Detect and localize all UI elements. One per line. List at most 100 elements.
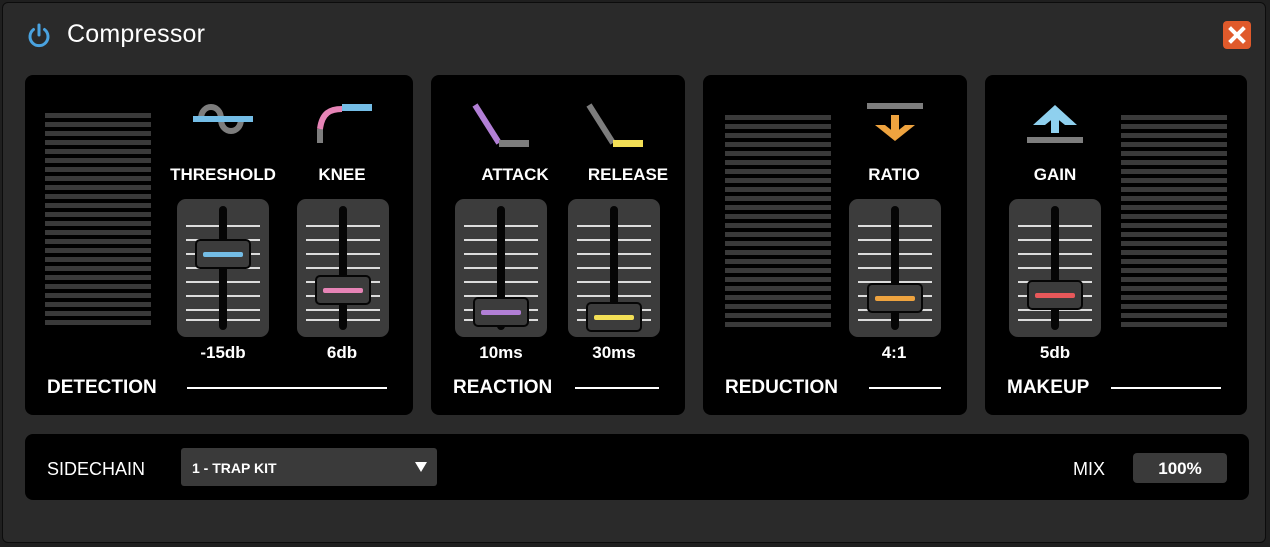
meter-segment xyxy=(1121,178,1227,183)
meter-segment xyxy=(725,250,831,255)
ratio-fader-thumb[interactable] xyxy=(867,283,923,313)
meter-segment xyxy=(45,203,151,208)
meter-segment xyxy=(1121,124,1227,129)
makeup-divider xyxy=(1111,387,1221,389)
meter-segment xyxy=(45,176,151,181)
meter-segment xyxy=(725,214,831,219)
meter-segment xyxy=(725,115,831,120)
sidechain-label: SIDECHAIN xyxy=(47,459,146,479)
knee-fader-track xyxy=(339,206,347,330)
meter-segment xyxy=(1121,322,1227,327)
meter-segment xyxy=(45,194,151,199)
meter-segment xyxy=(1121,160,1227,165)
gain-reduction-meter xyxy=(725,115,831,337)
meter-segment xyxy=(725,223,831,228)
meter-segment xyxy=(725,133,831,138)
meter-segment xyxy=(1121,268,1227,273)
meter-segment xyxy=(1121,304,1227,309)
meter-segment xyxy=(45,293,151,298)
meter-segment xyxy=(45,257,151,262)
meter-segment xyxy=(1121,133,1227,138)
attack-fader[interactable] xyxy=(455,199,547,337)
release-label: RELEASE xyxy=(587,165,669,184)
meter-segment xyxy=(45,185,151,190)
release-fader-thumb[interactable] xyxy=(586,302,642,332)
knee-fader-thumb[interactable] xyxy=(315,275,371,305)
knee-fader-thumb-stripe xyxy=(323,288,363,293)
meter-segment xyxy=(45,230,151,235)
knee-icon xyxy=(317,104,372,143)
meter-segment xyxy=(1121,169,1227,174)
gain-fader[interactable] xyxy=(1009,199,1101,337)
meter-segment xyxy=(725,268,831,273)
reduction-section: RATIO 4:1 REDUCTION xyxy=(703,75,967,415)
threshold-icon xyxy=(193,104,253,134)
meter-segment xyxy=(1121,223,1227,228)
meter-segment xyxy=(1121,196,1227,201)
ratio-value: 4:1 xyxy=(881,343,907,362)
meter-segment xyxy=(1121,205,1227,210)
compressor-window: Compressor THRESHOLD KNEE -15db 6db DETE… xyxy=(2,2,1266,543)
release-value: 30ms xyxy=(592,343,636,362)
makeup-section: GAIN 5db MAKEUP xyxy=(985,75,1247,415)
meter-segment xyxy=(725,259,831,264)
mix-input[interactable]: 100% xyxy=(1133,453,1227,483)
meter-segment xyxy=(725,295,831,300)
gain-fader-thumb[interactable] xyxy=(1027,280,1083,310)
meter-segment xyxy=(725,313,831,318)
meter-segment xyxy=(1121,250,1227,255)
meter-segment xyxy=(1121,214,1227,219)
reaction-divider xyxy=(575,387,659,389)
meter-segment xyxy=(45,239,151,244)
reduction-divider xyxy=(869,387,941,389)
close-icon xyxy=(1228,26,1246,44)
sidechain-dropdown[interactable]: 1 - TRAP KIT xyxy=(181,448,437,486)
meter-segment xyxy=(725,205,831,210)
output-level-meter xyxy=(1121,115,1227,337)
close-button[interactable] xyxy=(1223,21,1251,49)
ratio-fader[interactable] xyxy=(849,199,941,337)
meter-segment xyxy=(725,286,831,291)
meter-segment xyxy=(725,160,831,165)
reduction-section-label: REDUCTION xyxy=(725,377,838,398)
attack-label: ATTACK xyxy=(481,165,549,184)
mix-label: MIX xyxy=(1073,459,1106,479)
power-icon[interactable] xyxy=(25,22,53,50)
meter-segment xyxy=(45,302,151,307)
reaction-section: ATTACK RELEASE 10ms 30ms REACTION xyxy=(431,75,685,415)
meter-segment xyxy=(1121,151,1227,156)
meter-segment xyxy=(1121,142,1227,147)
meter-segment xyxy=(1121,313,1227,318)
window-title: Compressor xyxy=(67,20,206,48)
threshold-fader[interactable] xyxy=(177,199,269,337)
release-fader[interactable] xyxy=(568,199,660,337)
attack-fader-thumb-stripe xyxy=(481,310,521,315)
sidechain-dropdown-value: 1 - TRAP KIT xyxy=(192,460,277,476)
meter-segment xyxy=(725,232,831,237)
meter-segment xyxy=(725,178,831,183)
gain-label: GAIN xyxy=(1033,165,1077,184)
meter-segment xyxy=(725,304,831,309)
gain-icon xyxy=(1027,105,1083,143)
threshold-fader-thumb[interactable] xyxy=(195,239,251,269)
meter-segment xyxy=(725,124,831,129)
meter-segment xyxy=(1121,115,1227,120)
mix-value: 100% xyxy=(1158,459,1202,478)
release-fader-thumb-stripe xyxy=(594,315,634,320)
meter-segment xyxy=(1121,286,1227,291)
attack-icon xyxy=(472,103,529,147)
meter-segment xyxy=(45,140,151,145)
gain-fader-thumb-stripe xyxy=(1035,293,1075,298)
knee-fader[interactable] xyxy=(297,199,389,337)
attack-fader-thumb[interactable] xyxy=(473,297,529,327)
threshold-value: -15db xyxy=(200,343,246,362)
knee-value: 6db xyxy=(326,343,358,362)
meter-segment xyxy=(45,122,151,127)
meter-segment xyxy=(725,169,831,174)
meter-segment xyxy=(45,131,151,136)
meter-segment xyxy=(1121,277,1227,282)
meter-segment xyxy=(45,158,151,163)
meter-segment xyxy=(45,221,151,226)
meter-segment xyxy=(45,167,151,172)
meter-segment xyxy=(725,142,831,147)
